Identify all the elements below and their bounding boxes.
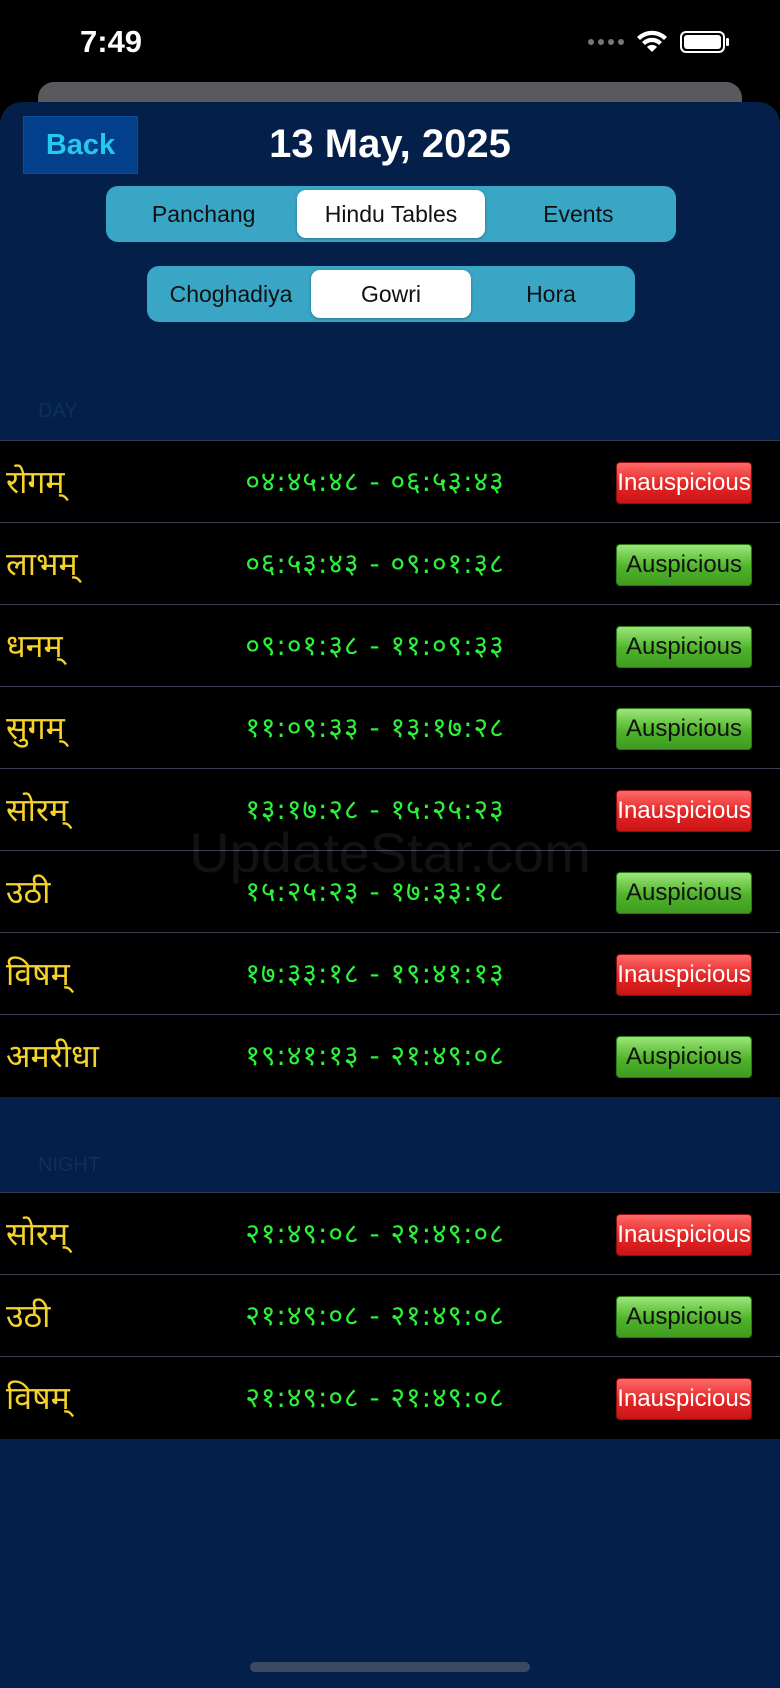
table-row: सोरम् १३:१७:२८ - १५:२५:२३ Inauspicious (0, 769, 780, 851)
status-badge: Inauspicious (616, 462, 752, 504)
status-badge: Auspicious (616, 708, 752, 750)
table-row: उठी १५:२५:२३ - १७:३३:१८ Auspicious (0, 851, 780, 933)
status-badge: Inauspicious (616, 790, 752, 832)
status-badge: Inauspicious (616, 1214, 752, 1256)
tab-panchang[interactable]: Panchang (110, 190, 297, 238)
wifi-icon (637, 30, 667, 52)
tab-choghadiya[interactable]: Choghadiya (151, 270, 311, 318)
period-name: उठी (6, 1297, 51, 1335)
table-row: सुगम् ११:०९:३३ - १३:१७:२८ Auspicious (0, 687, 780, 769)
battery-icon (680, 31, 729, 53)
period-name: विषम् (6, 1379, 70, 1417)
period-name: उठी (6, 873, 51, 911)
period-name: सुगम् (6, 709, 65, 747)
period-name: सोरम् (6, 1215, 69, 1253)
table-row: सोरम् २१:४९:०८ - २१:४९:०८ Inauspicious (0, 1193, 780, 1275)
time-range: ०९:०१:३८ - ११:०९:३३ (245, 629, 505, 662)
table-row: अमरीधा १९:४१:१३ - २१:४९:०८ Auspicious (0, 1015, 780, 1097)
period-name: सोरम् (6, 791, 69, 829)
time-range: १९:४१:१३ - २१:४९:०८ (245, 1039, 505, 1072)
status-badge: Auspicious (616, 626, 752, 668)
modal-sheet: 13 May, 2025 Back Panchang Hindu Tables … (0, 102, 780, 1688)
table-row: उठी २१:४९:०८ - २१:४९:०८ Auspicious (0, 1275, 780, 1357)
table-row: धनम् ०९:०१:३८ - ११:०९:३३ Auspicious (0, 605, 780, 687)
period-name: अमरीधा (6, 1037, 99, 1075)
table-row: विषम् २१:४९:०८ - २१:४९:०८ Inauspicious (0, 1357, 780, 1439)
time-range: १३:१७:२८ - १५:२५:२३ (245, 793, 505, 826)
status-badge: Inauspicious (616, 954, 752, 996)
period-name: लाभम् (6, 545, 78, 583)
period-name: रोगम् (6, 463, 65, 501)
status-icons (588, 30, 730, 54)
time-range: ०४:४५:४८ - ०६:५३:४३ (245, 465, 505, 498)
status-bar: 7:49 (0, 0, 780, 90)
time-range: २१:४९:०८ - २१:४९:०८ (245, 1299, 505, 1332)
period-name: विषम् (6, 955, 70, 993)
main-segmented-control: Panchang Hindu Tables Events (106, 186, 676, 242)
night-table: सोरम् २१:४९:०८ - २१:४९:०८ Inauspicious उठी २… (0, 1192, 780, 1439)
time-range: १७:३३:१८ - १९:४१:१३ (245, 957, 505, 990)
status-badge: Inauspicious (616, 1378, 752, 1420)
time-range: २१:४९:०८ - २१:४९:०८ (245, 1217, 505, 1250)
status-badge: Auspicious (616, 872, 752, 914)
time-range: ०६:५३:४३ - ०९:०१:३८ (245, 547, 505, 580)
time-range: ११:०९:३३ - १३:१७:२८ (245, 711, 505, 744)
night-section-label: NIGHT (38, 1154, 101, 1176)
time-range: २१:४९:०८ - २१:४९:०८ (245, 1381, 505, 1414)
sub-segmented-control: Choghadiya Gowri Hora (147, 266, 635, 322)
day-section-label: DAY (38, 400, 78, 422)
table-row: विषम् १७:३३:१८ - १९:४१:१३ Inauspicious (0, 933, 780, 1015)
day-table: रोगम् ०४:४५:४८ - ०६:५३:४३ Inauspicious लाभम… (0, 440, 780, 1097)
status-badge: Auspicious (616, 544, 752, 586)
cellular-signal-icon (588, 39, 624, 45)
status-badge: Auspicious (616, 1296, 752, 1338)
time-range: १५:२५:२३ - १७:३३:१८ (245, 875, 505, 908)
tab-hindu-tables[interactable]: Hindu Tables (297, 190, 485, 238)
status-time: 7:49 (80, 24, 143, 59)
tab-gowri[interactable]: Gowri (311, 270, 471, 318)
tab-hora[interactable]: Hora (471, 270, 631, 318)
period-name: धनम् (6, 627, 63, 665)
tab-events[interactable]: Events (485, 190, 672, 238)
table-row: लाभम् ०६:५३:४३ - ०९:०१:३८ Auspicious (0, 523, 780, 605)
table-row: रोगम् ०४:४५:४८ - ०६:५३:४३ Inauspicious (0, 441, 780, 523)
back-button[interactable]: Back (23, 116, 138, 174)
status-badge: Auspicious (616, 1036, 752, 1078)
home-indicator (250, 1662, 530, 1672)
